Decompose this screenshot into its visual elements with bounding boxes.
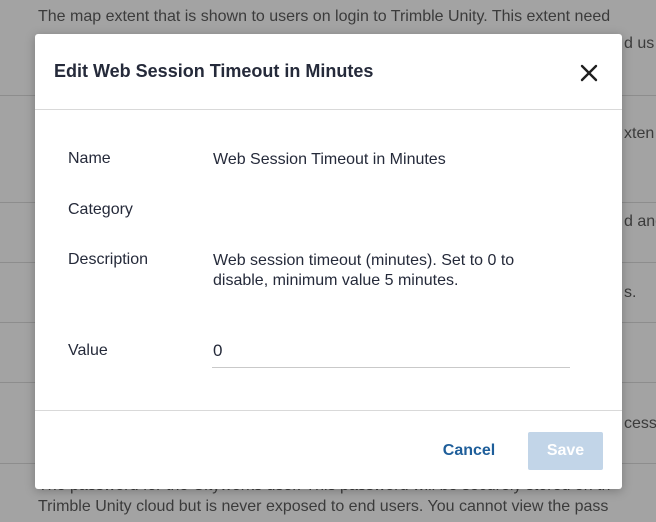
background-text-line: s. [624,284,637,301]
category-label: Category [68,201,133,218]
dialog-header: Edit Web Session Timeout in Minutes [35,34,622,110]
dialog-footer-divider [35,410,622,411]
value-input[interactable] [212,334,570,368]
background-text-line: The map extent that is shown to users on… [38,8,611,25]
name-value: Web Session Timeout in Minutes [213,151,446,168]
background-text-line: xten [624,125,655,142]
background-text-line: d us [624,35,655,52]
cancel-button[interactable]: Cancel [431,432,507,470]
background-text-line: Trimble Unity cloud but is never exposed… [38,498,609,515]
close-button[interactable] [578,62,600,84]
description-label: Description [68,251,149,268]
save-button[interactable]: Save [528,432,603,470]
background-text-line: cessi [624,415,656,432]
background-text-line: d and [624,213,656,230]
dialog-title: Edit Web Session Timeout in Minutes [54,61,374,81]
close-icon [580,64,598,82]
value-label: Value [68,342,108,359]
name-label: Name [68,150,111,167]
description-value: Web session timeout (minutes). Set to 0 … [213,252,515,289]
edit-setting-dialog: Edit Web Session Timeout in Minutes Name… [35,34,622,489]
